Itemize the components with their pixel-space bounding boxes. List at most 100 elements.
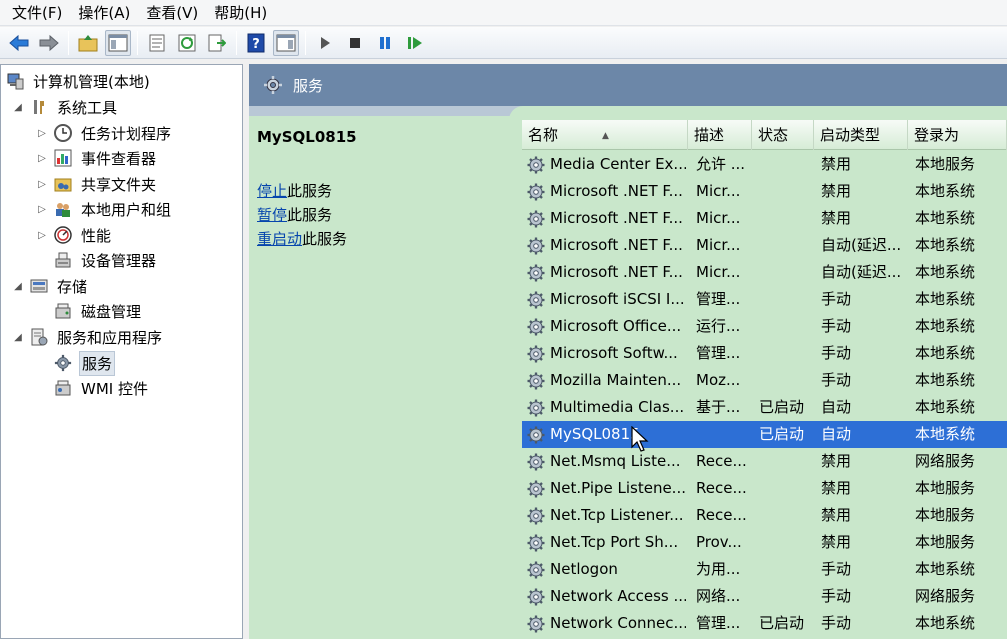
tree-item-system-tools[interactable]: ◢ 系统工具 (11, 95, 119, 119)
table-row[interactable]: Microsoft .NET F... Micr... 自动(延迟... 本地系统 (522, 259, 1007, 286)
column-header-description[interactable]: 描述 (688, 120, 752, 150)
expand-arrow-icon[interactable]: ▷ (35, 204, 49, 215)
cell-logon-as: 本地系统 (915, 263, 976, 281)
tree-item-disk-management[interactable]: 磁盘管理 (53, 299, 143, 323)
restart-service-link[interactable]: 重启动 (257, 230, 302, 248)
cell-status (759, 502, 815, 529)
table-row[interactable]: Net.Pipe Listene... Rece... 禁用 本地服务 (522, 475, 1007, 502)
services-table: 名称 ▲ 描述 状态 启动类型 登录为 Media Center Ex... 允许… (522, 120, 1007, 639)
pause-icon[interactable] (372, 30, 398, 56)
table-row[interactable]: Microsoft .NET F... Micr... 自动(延迟... 本地系统 (522, 232, 1007, 259)
pause-service-link[interactable]: 暂停 (257, 206, 287, 224)
cell-logon-as: 本地系统 (915, 182, 976, 200)
performance-icon (53, 225, 73, 245)
cell-description: Rece... (696, 506, 747, 524)
cell-name: Net.Msmq Liste... (550, 452, 681, 470)
column-header-name[interactable]: 名称 ▲ (522, 120, 688, 150)
tree-label: 事件查看器 (81, 149, 157, 168)
show-hide-tree-icon[interactable] (105, 29, 131, 56)
cell-name: Microsoft .NET F... (550, 236, 683, 254)
cell-description: 基于... (696, 398, 741, 416)
tree-item-wmi[interactable]: WMI 控件 (53, 376, 150, 400)
column-header-logon-as[interactable]: 登录为 (908, 120, 1007, 150)
tree-item-storage[interactable]: ◢ 存储 (11, 274, 89, 298)
event-viewer-icon (53, 148, 73, 168)
expand-arrow-icon[interactable]: ▷ (35, 128, 49, 139)
cell-logon-as: 本地系统 (915, 371, 976, 389)
expand-arrow-icon[interactable]: ▷ (35, 230, 49, 241)
collapse-arrow-icon[interactable]: ◢ (11, 332, 25, 343)
back-arrow-icon[interactable] (6, 30, 32, 56)
expand-arrow-icon[interactable]: ▷ (35, 153, 49, 164)
help-icon[interactable]: ? (243, 30, 269, 56)
toolbar-separator (137, 30, 138, 55)
tree-item-computer-management[interactable]: 计算机管理(本地) (5, 69, 152, 93)
menu-help[interactable]: 帮助(H) (206, 1, 275, 25)
table-row[interactable]: Network Connec... 管理... 已启动 手动 本地系统 (522, 610, 1007, 637)
expand-arrow-icon[interactable]: ▷ (35, 179, 49, 190)
console-tree: 计算机管理(本地) ◢ 系统工具 ▷ 任务计划程序 ▷ 事件查看器 ▷ 共享文件… (0, 64, 243, 639)
cell-name: Multimedia Clas... (550, 398, 685, 416)
cell-description: Micr... (696, 209, 741, 227)
tree-item-device-manager[interactable]: 设备管理器 (53, 248, 158, 272)
menu-file[interactable]: 文件(F) (4, 1, 70, 25)
action-pause: 暂停此服务 (257, 204, 332, 225)
show-action-pane-icon[interactable] (273, 29, 299, 56)
table-row[interactable]: Multimedia Clas... 基于... 已启动 自动 本地系统 (522, 394, 1007, 421)
action-restart: 重启动此服务 (257, 228, 347, 249)
table-row[interactable]: Net.Tcp Listener... Rece... 禁用 本地服务 (522, 502, 1007, 529)
tree-item-local-users[interactable]: ▷ 本地用户和组 (35, 197, 173, 221)
service-gear-icon (526, 344, 546, 364)
table-row[interactable]: Network Access ... 网络... 手动 网络服务 (522, 583, 1007, 610)
table-row[interactable]: Netlogon 为用... 手动 本地系统 (522, 556, 1007, 583)
tree-label: 服务 (79, 350, 116, 376)
tools-icon (29, 97, 49, 117)
cell-name: Microsoft .NET F... (550, 182, 683, 200)
stop-service-link[interactable]: 停止 (257, 182, 287, 200)
table-row[interactable]: Microsoft .NET F... Micr... 禁用 本地系统 (522, 178, 1007, 205)
table-row[interactable]: Microsoft .NET F... Micr... 禁用 本地系统 (522, 205, 1007, 232)
column-header-status[interactable]: 状态 (752, 120, 814, 150)
toolbar-separator (68, 30, 69, 55)
collapse-arrow-icon[interactable]: ◢ (11, 102, 25, 113)
table-row[interactable]: Microsoft iSCSI I... 管理... 手动 本地系统 (522, 286, 1007, 313)
table-row[interactable]: Microsoft Office... 运行... 手动 本地系统 (522, 313, 1007, 340)
shared-folder-icon (53, 174, 73, 194)
collapse-arrow-icon[interactable]: ◢ (11, 281, 25, 292)
start-icon[interactable] (312, 30, 338, 56)
table-row[interactable]: MySQL0815 已启动 自动 本地系统 (522, 421, 1007, 448)
stop-icon[interactable] (342, 30, 368, 56)
storage-icon (29, 276, 49, 296)
table-row[interactable]: Mozilla Mainten... Moz... 手动 本地系统 (522, 367, 1007, 394)
tree-item-task-scheduler[interactable]: ▷ 任务计划程序 (35, 121, 173, 145)
tree-item-services[interactable]: 服务 (53, 350, 116, 376)
tree-item-services-apps[interactable]: ◢ 服务和应用程序 (11, 325, 164, 349)
tree-item-shared-folders[interactable]: ▷ 共享文件夹 (35, 172, 158, 196)
action-text: 此服务 (287, 206, 333, 224)
cell-startup-type: 手动 (821, 290, 852, 308)
tree-item-event-viewer[interactable]: ▷ 事件查看器 (35, 146, 158, 170)
restart-icon[interactable] (402, 30, 428, 56)
service-gear-icon (526, 587, 546, 607)
cell-startup-type: 手动 (821, 317, 852, 335)
table-row[interactable]: Microsoft Softw... 管理... 手动 本地系统 (522, 340, 1007, 367)
menu-view[interactable]: 查看(V) (138, 1, 206, 25)
menu-action[interactable]: 操作(A) (70, 1, 138, 25)
service-gear-icon (526, 155, 546, 175)
table-row[interactable]: Media Center Ex... 允许 ... 禁用 本地服务 (522, 151, 1007, 178)
column-header-startup-type[interactable]: 启动类型 (814, 120, 908, 150)
description-pane: MySQL0815 停止此服务 暂停此服务 重启动此服务 (249, 116, 521, 639)
cell-description: Micr... (696, 263, 741, 281)
tree-item-performance[interactable]: ▷ 性能 (35, 223, 113, 247)
table-row[interactable]: Net.Msmq Liste... Rece... 禁用 网络服务 (522, 448, 1007, 475)
export-list-icon[interactable] (204, 30, 230, 56)
table-row[interactable]: Net.Tcp Port Sh... Prov... 禁用 本地服务 (522, 529, 1007, 556)
table-header: 名称 ▲ 描述 状态 启动类型 登录为 (522, 120, 1007, 150)
cell-status (759, 340, 815, 367)
up-folder-icon[interactable] (75, 30, 101, 56)
properties-icon[interactable] (144, 30, 170, 56)
refresh-icon[interactable] (174, 30, 200, 56)
forward-arrow-icon[interactable] (36, 30, 62, 56)
service-gear-icon (526, 506, 546, 526)
cell-startup-type: 禁用 (821, 155, 852, 173)
